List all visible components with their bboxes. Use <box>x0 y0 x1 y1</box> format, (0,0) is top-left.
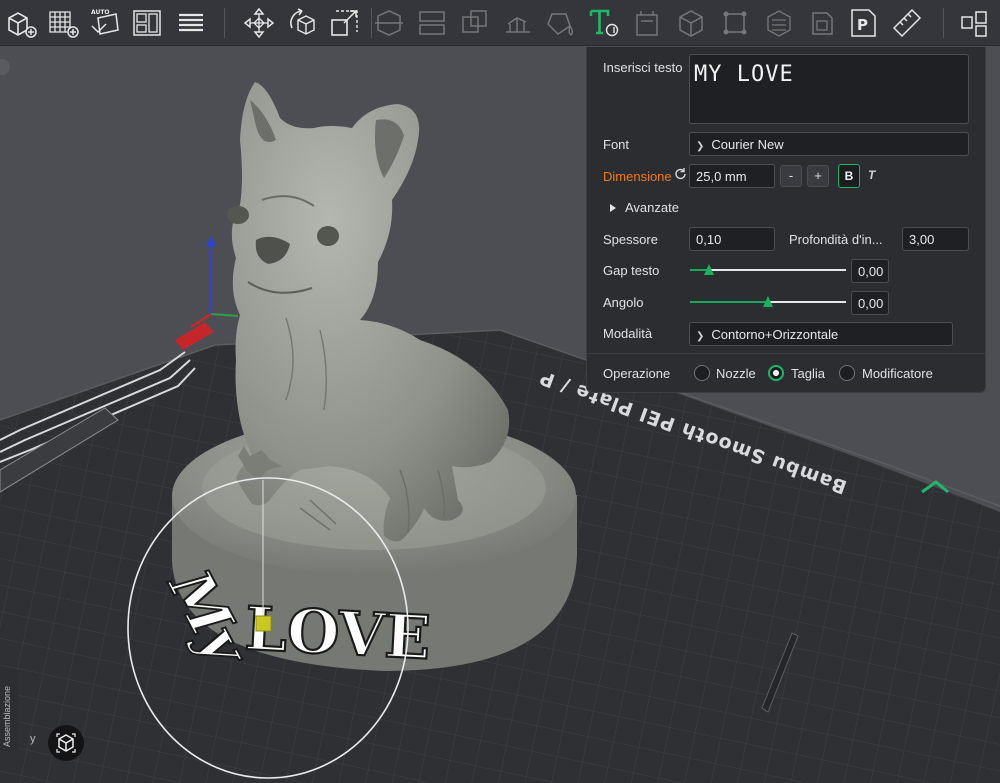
svg-icon[interactable] <box>628 4 666 42</box>
advanced-expand-icon[interactable] <box>610 204 616 212</box>
panel-divider <box>587 353 985 354</box>
view-cube-button[interactable] <box>48 725 84 761</box>
font-select[interactable]: ❯ Courier New <box>689 132 969 156</box>
toolbar-divider <box>224 8 225 38</box>
brim-icon[interactable] <box>803 4 841 42</box>
fix-model-icon[interactable] <box>716 4 754 42</box>
axis-y-label: y <box>30 733 36 745</box>
font-label: Font <box>603 137 630 152</box>
mode-select-value: Contorno+Orizzontale <box>711 327 839 342</box>
grid-add-icon[interactable] <box>44 4 82 42</box>
plate-p-label: P <box>857 16 868 34</box>
toolbar-divider <box>943 8 944 38</box>
advanced-toggle[interactable]: Avanzate <box>625 200 679 215</box>
operation-label: Operazione <box>603 366 671 381</box>
split-icon[interactable] <box>413 4 451 42</box>
rotate-icon[interactable] <box>284 4 322 42</box>
origin-axes <box>190 236 239 328</box>
depth-input[interactable]: 3,00 <box>902 227 969 251</box>
gap-label: Gap testo <box>603 263 660 278</box>
hollow-icon[interactable] <box>760 4 798 42</box>
operation-radio-modifier[interactable] <box>839 365 855 381</box>
angle-slider-thumb[interactable] <box>763 296 773 307</box>
plate-p-icon[interactable]: P <box>845 4 883 42</box>
boolean-icon[interactable] <box>456 4 494 42</box>
scale-icon[interactable] <box>326 4 364 42</box>
auto-label: AUTO <box>91 9 110 16</box>
size-label: Dimensione <box>603 169 672 184</box>
gap-slider-thumb[interactable] <box>703 264 714 275</box>
text-input-label: Inserisci testo <box>603 60 683 75</box>
measure-icon[interactable] <box>888 4 926 42</box>
italic-toggle-button[interactable]: T <box>868 168 875 182</box>
mode-select[interactable]: ❯ Contorno+Orizzontale <box>689 322 953 346</box>
text-tool-icon[interactable] <box>584 4 622 42</box>
cube-icon <box>56 733 76 753</box>
text-input-area[interactable]: MY LOVE <box>689 54 969 124</box>
bold-toggle-button[interactable]: B <box>838 164 860 188</box>
color-paint-icon[interactable] <box>542 4 580 42</box>
operation-label-modifier[interactable]: Modificatore <box>862 366 933 381</box>
font-select-value: Courier New <box>711 137 784 152</box>
operation-radio-cut[interactable] <box>768 365 784 381</box>
assembly-icon[interactable] <box>955 4 993 42</box>
operation-radio-nozzle[interactable] <box>694 365 710 381</box>
gap-slider[interactable] <box>690 263 846 277</box>
angle-input[interactable]: 0,00 <box>851 291 889 315</box>
support-paint-icon[interactable] <box>499 4 537 42</box>
cut-icon[interactable] <box>370 4 408 42</box>
chevron-down-icon: ❯ <box>696 141 705 152</box>
assembly-side-tab-label: Assemblazione <box>2 685 12 747</box>
move-icon[interactable] <box>240 4 278 42</box>
mode-label: Modalità <box>603 326 653 341</box>
operation-label-nozzle[interactable]: Nozzle <box>716 366 756 381</box>
mesh-icon[interactable] <box>672 4 710 42</box>
chevron-down-icon: ❯ <box>696 331 705 342</box>
angle-label: Angolo <box>603 295 644 310</box>
operation-label-cut[interactable]: Taglia <box>791 366 825 381</box>
size-increase-button[interactable]: + <box>807 165 829 187</box>
gap-input[interactable]: 0,00 <box>851 259 889 283</box>
reset-icon[interactable] <box>674 167 688 181</box>
size-decrease-button[interactable]: - <box>780 165 802 187</box>
main-toolbar: AUTO P <box>0 0 1000 46</box>
add-plate-icon[interactable] <box>2 4 40 42</box>
thickness-label: Spessore <box>603 232 658 247</box>
depth-label: Profondità d'in... <box>789 232 883 247</box>
layers-list-icon[interactable] <box>172 4 210 42</box>
arrange-icon[interactable] <box>128 4 166 42</box>
auto-orient-icon[interactable]: AUTO <box>86 4 124 42</box>
size-input[interactable]: 25,0 mm <box>689 164 775 188</box>
angle-slider[interactable] <box>690 295 846 309</box>
text-tool-panel: Inserisci testo MY LOVE Font ❯ Courier Ne… <box>586 47 986 393</box>
thickness-input[interactable]: 0,10 <box>689 227 775 251</box>
